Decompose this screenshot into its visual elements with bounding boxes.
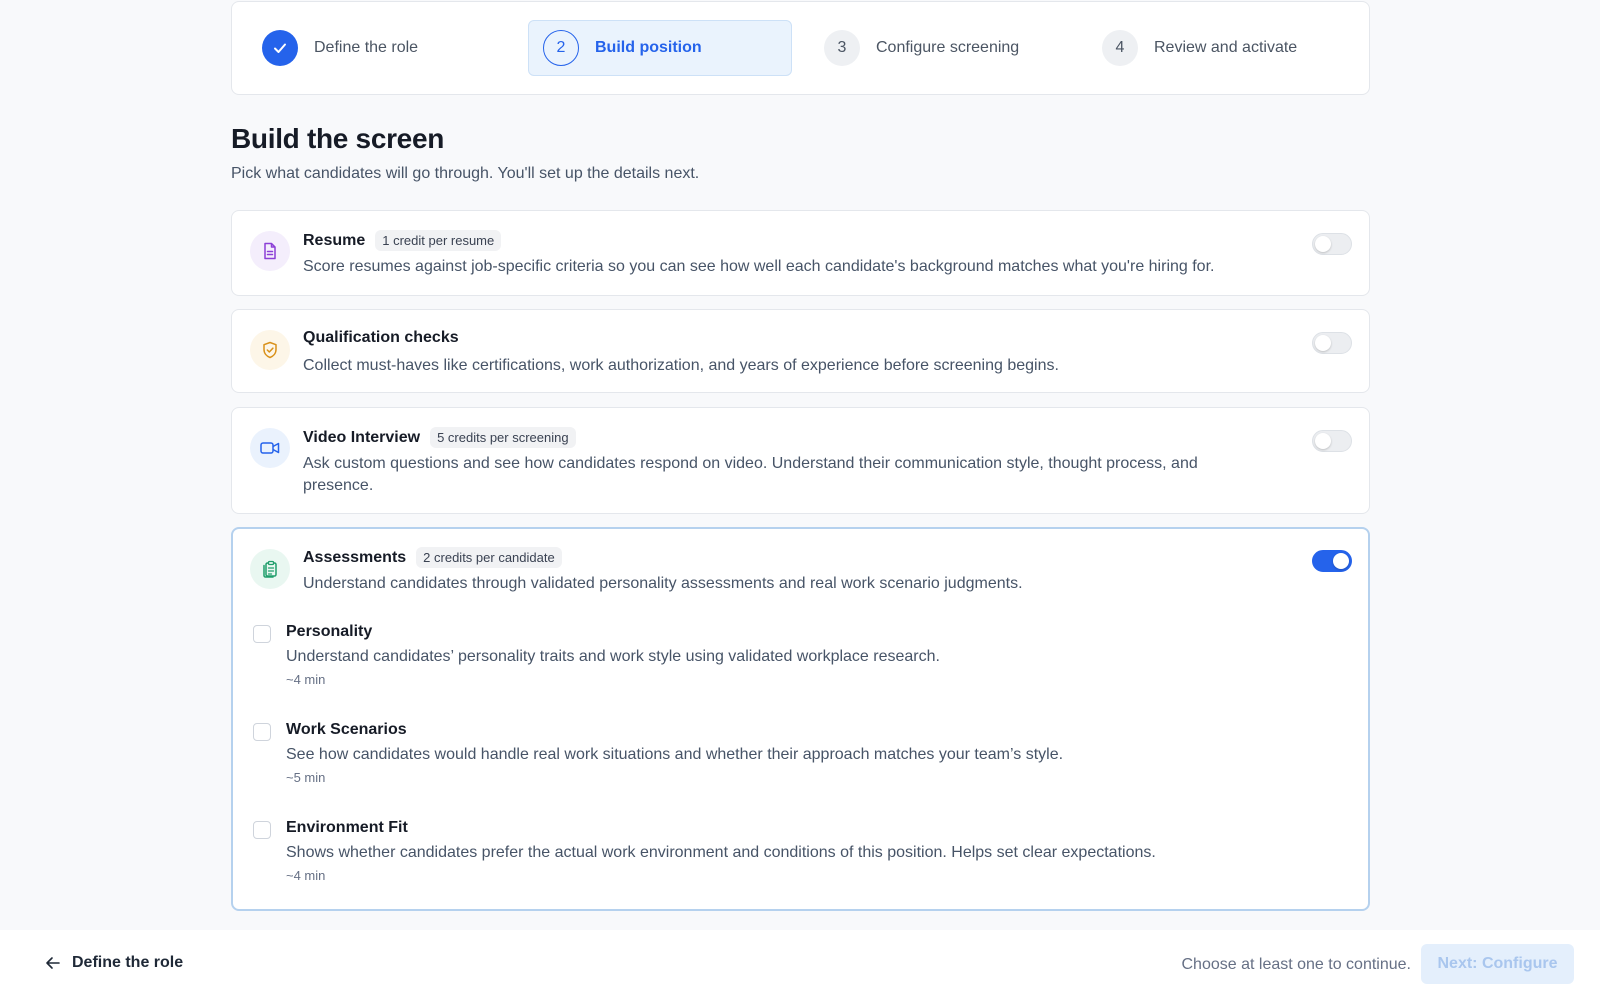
option-description: Ask custom questions and see how candida… xyxy=(303,455,1198,494)
step-label: Configure screening xyxy=(876,39,1020,56)
step-number: 3 xyxy=(824,30,860,66)
step-build-position[interactable]: 2 Build position xyxy=(528,20,792,76)
continue-hint: Choose at least one to continue. xyxy=(1181,956,1412,973)
clipboard-icon xyxy=(250,549,290,589)
assessment-title: Environment Fit xyxy=(286,819,408,836)
page-subtitle: Pick what candidates will go through. Yo… xyxy=(231,165,700,182)
assessment-title: Work Scenarios xyxy=(286,721,407,738)
footer-bar: Define the role Choose at least one to c… xyxy=(0,930,1600,1000)
option-description: Understand candidates through validated … xyxy=(303,575,1023,592)
credit-badge: 2 credits per candidate xyxy=(416,547,562,568)
progress-stepper: Define the role 2 Build position 3 Confi… xyxy=(231,1,1370,95)
option-card-assessments[interactable]: Assessments 2 credits per candidate Unde… xyxy=(231,527,1370,911)
option-card-video-interview[interactable]: Video Interview 5 credits per screening … xyxy=(231,407,1370,514)
video-camera-icon xyxy=(250,428,290,468)
step-configure-screening[interactable]: 3 Configure screening xyxy=(810,20,1070,76)
personality-checkbox[interactable] xyxy=(253,625,271,643)
assessment-option-environment-fit[interactable]: Environment Fit Shows whether candidates… xyxy=(253,819,1333,883)
work-scenarios-checkbox[interactable] xyxy=(253,723,271,741)
step-complete-indicator xyxy=(262,30,298,66)
back-button[interactable]: Define the role xyxy=(44,954,183,972)
environment-fit-checkbox[interactable] xyxy=(253,821,271,839)
option-card-resume[interactable]: Resume 1 credit per resume Score resumes… xyxy=(231,210,1370,296)
option-title: Video Interview xyxy=(303,428,421,446)
qualification-checks-toggle[interactable] xyxy=(1312,332,1352,354)
video-interview-toggle[interactable] xyxy=(1312,430,1352,452)
shield-check-icon xyxy=(250,330,290,370)
assessment-description: See how candidates would handle real wor… xyxy=(286,746,1064,763)
assessment-title: Personality xyxy=(286,623,373,640)
next-configure-button[interactable]: Next: Configure xyxy=(1421,944,1574,984)
option-card-qualification-checks[interactable]: Qualification checks Collect must-haves … xyxy=(231,309,1370,393)
check-icon xyxy=(274,43,286,53)
assessments-toggle[interactable] xyxy=(1312,550,1352,572)
option-description: Collect must-haves like certifications, … xyxy=(303,357,1059,374)
step-review-activate[interactable]: 4 Review and activate xyxy=(1088,20,1348,76)
credit-badge: 1 credit per resume xyxy=(375,230,502,251)
step-number: 4 xyxy=(1102,30,1138,66)
page-title: Build the screen xyxy=(231,123,445,154)
step-number: 2 xyxy=(543,30,579,66)
step-define-role[interactable]: Define the role xyxy=(248,20,508,76)
step-label: Build position xyxy=(595,39,702,56)
assessment-description: Shows whether candidates prefer the actu… xyxy=(286,844,1156,861)
document-icon xyxy=(250,231,290,271)
option-title: Qualification checks xyxy=(303,329,459,346)
step-label: Review and activate xyxy=(1154,39,1298,56)
option-title: Assessments xyxy=(303,548,407,566)
assessment-option-personality[interactable]: Personality Understand candidates’ perso… xyxy=(253,623,1333,687)
option-description: Score resumes against job-specific crite… xyxy=(303,258,1215,275)
resume-toggle[interactable] xyxy=(1312,233,1352,255)
arrow-left-icon xyxy=(46,957,60,969)
assessment-duration: ~4 min xyxy=(286,868,326,883)
credit-badge: 5 credits per screening xyxy=(430,427,576,448)
step-label: Define the role xyxy=(314,39,419,56)
back-button-label: Define the role xyxy=(72,954,184,971)
assessment-duration: ~4 min xyxy=(286,672,326,687)
assessment-option-work-scenarios[interactable]: Work Scenarios See how candidates would … xyxy=(253,721,1333,785)
option-title: Resume xyxy=(303,231,366,249)
assessment-description: Understand candidates’ personality trait… xyxy=(286,648,940,665)
main-content: Define the role 2 Build position 3 Confi… xyxy=(231,0,1370,911)
assessment-duration: ~5 min xyxy=(286,770,326,785)
